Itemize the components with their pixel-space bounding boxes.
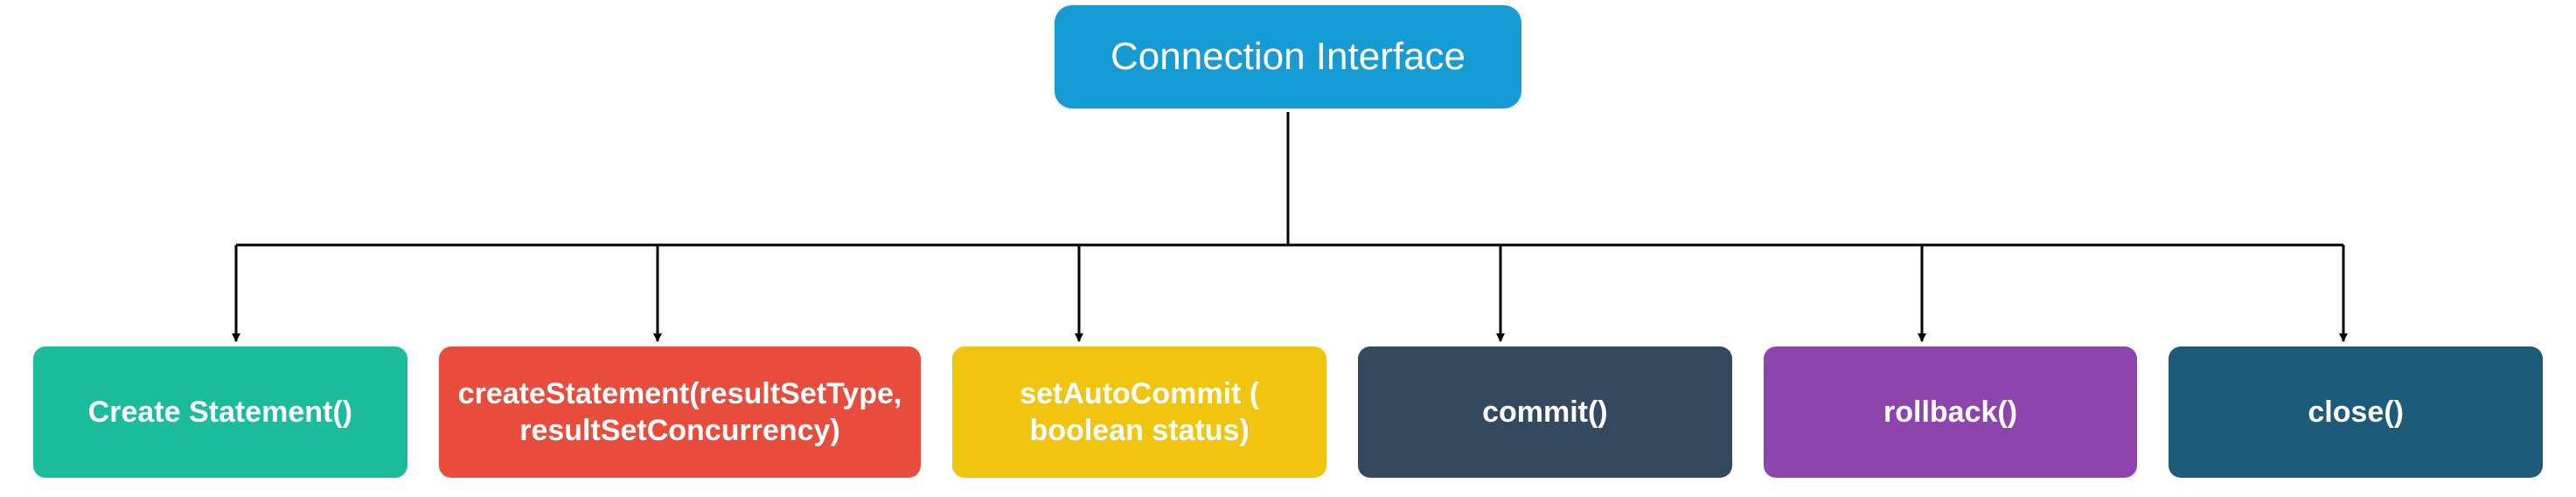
child-label: close() (2308, 394, 2404, 431)
root-label: Connection Interface (1110, 35, 1466, 78)
child-close: close() (2169, 346, 2543, 478)
child-label: Create Statement() (88, 394, 352, 431)
child-commit: commit() (1358, 346, 1732, 478)
children-row: Create Statement() createStatement(resul… (0, 346, 2576, 478)
child-label: setAutoCommit ( boolean status) (971, 375, 1307, 450)
child-label: rollback() (1883, 394, 2017, 431)
child-rollback: rollback() (1764, 346, 2138, 478)
root-node: Connection Interface (1055, 5, 1521, 108)
child-set-auto-commit: setAutoCommit ( boolean status) (952, 346, 1326, 478)
child-label: createStatement(resultSetType, resultSet… (458, 375, 902, 450)
child-create-statement-params: createStatement(resultSetType, resultSet… (439, 346, 922, 478)
child-create-statement: Create Statement() (33, 346, 407, 478)
child-label: commit() (1482, 394, 1608, 431)
